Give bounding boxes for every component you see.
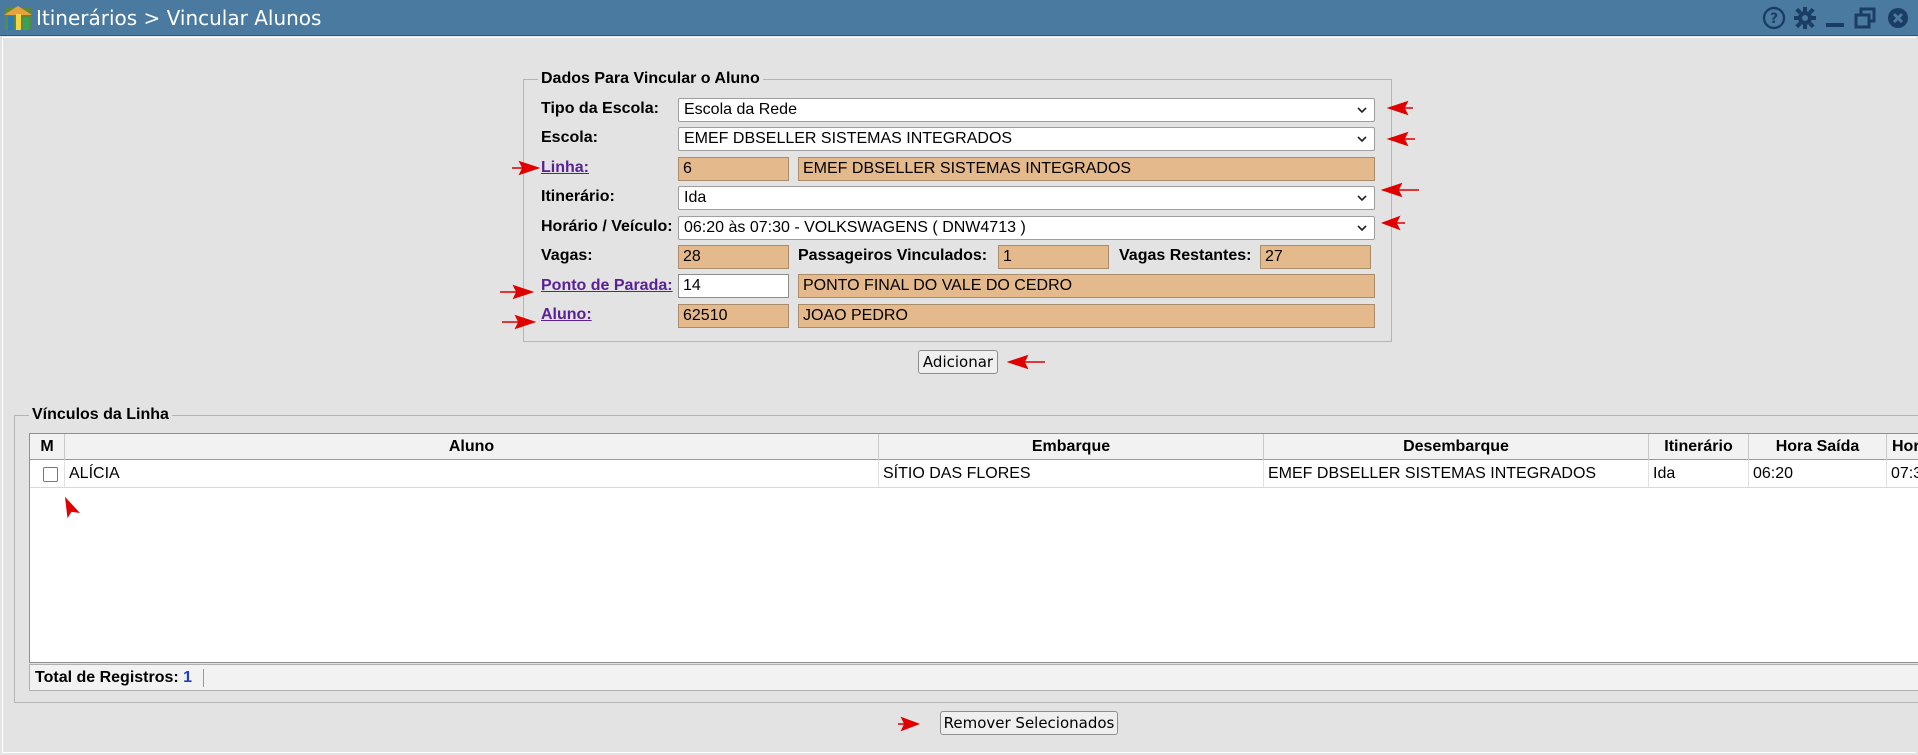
annotation-arrow-icon xyxy=(1381,215,1405,231)
cell-itinerario: Ida xyxy=(1649,460,1749,488)
itinerary-label: Itinerário: xyxy=(541,188,615,205)
help-icon[interactable]: ? xyxy=(1762,6,1786,30)
remaining-seats-field: 27 xyxy=(1260,245,1371,269)
stop-point-code-input[interactable]: 14 xyxy=(678,274,789,298)
footer-divider xyxy=(202,668,204,687)
remaining-seats-label: Vagas Restantes: xyxy=(1119,247,1252,264)
school-type-label: Tipo da Escola: xyxy=(541,100,659,117)
annotation-arrow-icon xyxy=(1381,182,1419,198)
linked-passengers-field: 1 xyxy=(998,245,1109,269)
remove-selected-button[interactable]: Remover Selecionados xyxy=(940,711,1118,735)
app-logo-icon xyxy=(4,6,32,30)
line-lookup-link[interactable]: Linha: xyxy=(541,159,589,177)
stop-point-name-field: PONTO FINAL DO VALE DO CEDRO xyxy=(798,274,1375,298)
cell-embarque: SÍTIO DAS FLORES xyxy=(879,460,1264,488)
student-code-field: 62510 xyxy=(678,304,789,328)
restore-icon[interactable] xyxy=(1853,6,1877,30)
annotation-arrow-icon xyxy=(512,160,540,176)
schedule-vehicle-label: Horário / Veículo: xyxy=(541,218,673,235)
form-legend: Dados Para Vincular o Aluno xyxy=(541,70,760,87)
stop-point-lookup-link[interactable]: Ponto de Parada: xyxy=(541,277,673,295)
table-header: M Aluno Embarque Desembarque Itinerário … xyxy=(30,434,1918,460)
settings-icon[interactable] xyxy=(1793,6,1817,30)
schedule-vehicle-select[interactable]: 06:20 às 07:30 - VOLKSWAGENS ( DNW4713 ) xyxy=(678,216,1375,240)
column-header-desembarque[interactable]: Desembarque xyxy=(1264,434,1649,460)
column-header-aluno[interactable]: Aluno xyxy=(65,434,879,460)
school-type-select[interactable]: Escola da Rede xyxy=(678,98,1375,122)
itinerary-select[interactable]: Ida xyxy=(678,186,1375,210)
total-records-label: Total de Registros: xyxy=(35,669,179,686)
svg-text:?: ? xyxy=(1770,11,1778,27)
chevron-down-icon xyxy=(1357,107,1367,114)
itinerary-value: Ida xyxy=(684,189,707,206)
annotation-arrow-icon xyxy=(500,284,534,300)
annotation-arrow-icon xyxy=(898,716,920,732)
column-header-hora[interactable]: Hora xyxy=(1887,434,1918,460)
cell-aluno: ALÍCIA xyxy=(65,460,879,488)
table-row[interactable]: ALÍCIA SÍTIO DAS FLORES EMEF DBSELLER SI… xyxy=(30,460,1918,488)
chevron-down-icon xyxy=(1357,195,1367,202)
links-table: M Aluno Embarque Desembarque Itinerário … xyxy=(29,433,1918,663)
window-title: Itinerários > Vincular Alunos xyxy=(36,6,322,30)
annotation-arrow-icon xyxy=(1007,354,1045,370)
column-header-m[interactable]: M xyxy=(30,434,65,460)
annotation-arrow-icon xyxy=(1387,131,1415,147)
add-button[interactable]: Adicionar xyxy=(918,350,998,374)
chevron-down-icon xyxy=(1357,225,1367,232)
annotation-arrow-icon xyxy=(1387,100,1413,116)
school-value: EMEF DBSELLER SISTEMAS INTEGRADOS xyxy=(684,130,1013,147)
cell-hora: 07:30 xyxy=(1887,460,1918,488)
seats-label: Vagas: xyxy=(541,247,593,264)
column-header-embarque[interactable]: Embarque xyxy=(879,434,1264,460)
line-name-field: EMEF DBSELLER SISTEMAS INTEGRADOS xyxy=(798,157,1375,181)
seats-field: 28 xyxy=(678,245,789,269)
school-select[interactable]: EMEF DBSELLER SISTEMAS INTEGRADOS xyxy=(678,127,1375,151)
total-records-value: 1 xyxy=(183,669,193,686)
line-code-field: 6 xyxy=(678,157,789,181)
table-legend: Vínculos da Linha xyxy=(32,406,169,423)
minimize-icon[interactable] xyxy=(1823,6,1847,30)
window-titlebar: Itinerários > Vincular Alunos ? xyxy=(0,0,1918,36)
column-header-itinerario[interactable]: Itinerário xyxy=(1649,434,1749,460)
column-header-hora-saida[interactable]: Hora Saída xyxy=(1749,434,1887,460)
row-checkbox[interactable] xyxy=(43,467,58,482)
table-footer: Total de Registros: 1 xyxy=(29,664,1918,691)
row-select-cell xyxy=(30,460,65,488)
school-label: Escola: xyxy=(541,129,598,146)
cell-desembarque: EMEF DBSELLER SISTEMAS INTEGRADOS xyxy=(1264,460,1649,488)
school-type-value: Escola da Rede xyxy=(684,101,797,118)
annotation-arrow-icon xyxy=(502,314,536,330)
close-icon[interactable] xyxy=(1886,6,1910,30)
student-lookup-link[interactable]: Aluno: xyxy=(541,306,592,324)
student-name-field: JOAO PEDRO xyxy=(798,304,1375,328)
schedule-vehicle-value: 06:20 às 07:30 - VOLKSWAGENS ( DNW4713 ) xyxy=(684,219,1026,236)
annotation-arrow-icon xyxy=(64,496,80,518)
linked-passengers-label: Passageiros Vinculados: xyxy=(798,247,988,264)
cell-hora-saida: 06:20 xyxy=(1749,460,1887,488)
chevron-down-icon xyxy=(1357,136,1367,143)
